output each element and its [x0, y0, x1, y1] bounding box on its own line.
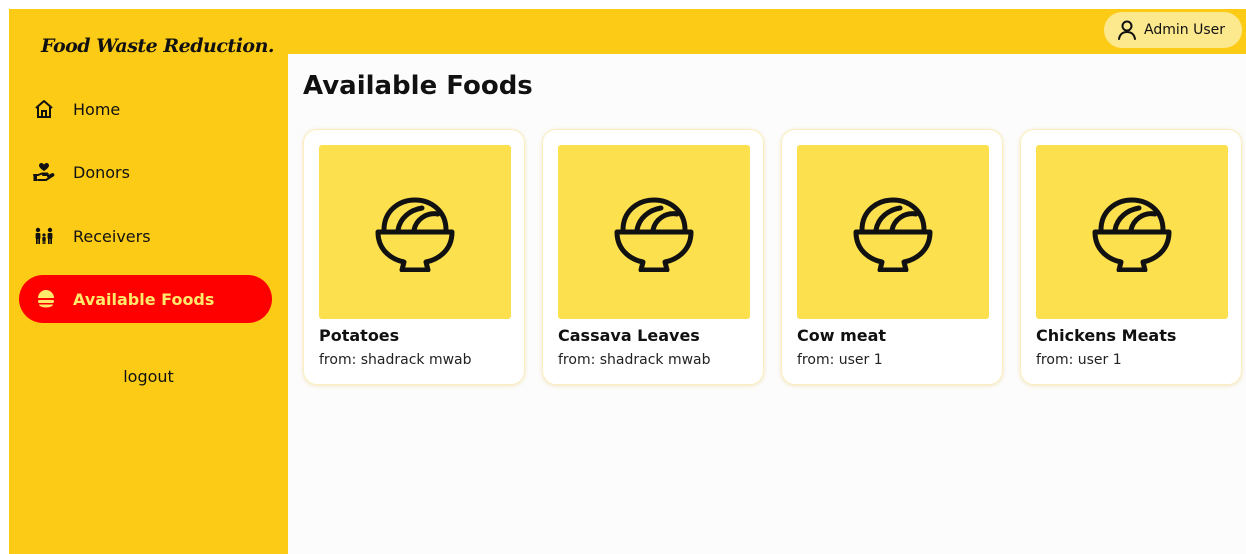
top-bar: Admin User	[288, 9, 1246, 54]
food-name: Potatoes	[319, 326, 400, 345]
food-name: Cassava Leaves	[558, 326, 700, 345]
food-icon	[35, 288, 57, 310]
sidebar-item-label: Home	[73, 99, 121, 119]
food-card[interactable]: Chickens Meats from: user 1	[1020, 129, 1242, 385]
user-menu-button[interactable]: Admin User	[1104, 12, 1242, 48]
food-name: Cow meat	[797, 326, 887, 345]
sidebar-item-home[interactable]: Home	[19, 85, 272, 133]
sidebar: Food Waste Reduction. Home Donors Receiv…	[9, 9, 288, 554]
food-donor: from: shadrack mwab	[558, 352, 711, 368]
brand-logo: Food Waste Reduction.	[41, 35, 275, 57]
home-icon	[33, 98, 55, 120]
donate-hand-heart-icon	[33, 161, 55, 183]
food-donor: from: shadrack mwab	[319, 352, 472, 368]
food-card[interactable]: Cassava Leaves from: shadrack mwab	[542, 129, 764, 385]
sidebar-item-label: Receivers	[73, 226, 151, 246]
user-icon	[1116, 19, 1138, 41]
people-icon	[33, 225, 55, 247]
main-content: Available Foods Potatoes from: shadrack …	[288, 54, 1246, 554]
sidebar-item-receivers[interactable]: Receivers	[19, 212, 272, 260]
food-card[interactable]: Potatoes from: shadrack mwab	[303, 129, 525, 385]
food-donor: from: user 1	[1036, 352, 1122, 368]
sidebar-item-label: Donors	[73, 162, 130, 182]
food-card[interactable]: Cow meat from: user 1	[781, 129, 1003, 385]
sidebar-item-label: Available Foods	[73, 289, 215, 309]
food-donor: from: user 1	[797, 352, 883, 368]
food-image	[558, 145, 750, 319]
bowl-icon	[853, 197, 933, 272]
sidebar-item-available-foods[interactable]: Available Foods	[19, 275, 272, 323]
user-name: Admin User	[1144, 22, 1225, 38]
logout-button[interactable]: logout	[9, 367, 288, 386]
app-frame: Food Waste Reduction. Home Donors Receiv…	[9, 9, 1246, 554]
sidebar-item-donors[interactable]: Donors	[19, 148, 272, 196]
food-image	[1036, 145, 1228, 319]
food-image	[797, 145, 989, 319]
bowl-icon	[614, 197, 694, 272]
bowl-icon	[1092, 197, 1172, 272]
page-title: Available Foods	[303, 71, 533, 101]
food-name: Chickens Meats	[1036, 326, 1177, 345]
food-image	[319, 145, 511, 319]
bowl-icon	[375, 197, 455, 272]
